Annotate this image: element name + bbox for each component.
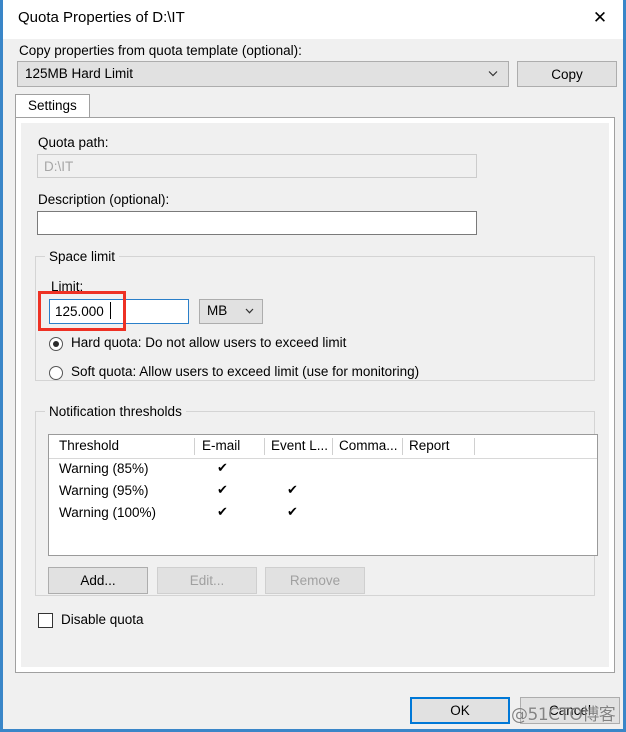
table-row[interactable]: Warning (85%) ✔ <box>49 459 597 481</box>
text-caret <box>110 302 111 319</box>
cell-email-check: ✔ <box>217 505 228 520</box>
copy-button[interactable]: Copy <box>517 61 617 87</box>
settings-panel-inner: Quota path: Description (optional): Spac… <box>21 123 609 667</box>
column-divider <box>194 438 195 455</box>
limit-unit-select[interactable]: MB <box>199 299 263 324</box>
column-header-event-log[interactable]: Event L... <box>271 438 328 453</box>
limit-input[interactable] <box>49 299 189 324</box>
space-limit-group-label: Space limit <box>45 249 120 264</box>
column-divider <box>264 438 265 455</box>
quota-properties-dialog: Quota Properties of D:\IT ✕ Copy propert… <box>0 0 626 732</box>
column-divider <box>474 438 475 455</box>
description-input[interactable] <box>37 211 477 235</box>
thresholds-listview[interactable]: Threshold E-mail Event L... Comma... Rep… <box>48 434 598 556</box>
description-label: Description (optional): <box>38 192 170 207</box>
column-header-report[interactable]: Report <box>409 438 450 453</box>
disable-quota-checkbox-mark <box>38 613 53 628</box>
column-divider <box>402 438 403 455</box>
cell-email-check: ✔ <box>217 461 228 476</box>
column-header-email[interactable]: E-mail <box>202 438 240 453</box>
add-threshold-button[interactable]: Add... <box>48 567 148 594</box>
disable-quota-label: Disable quota <box>61 612 144 627</box>
column-divider <box>332 438 333 455</box>
cell-event-log-check: ✔ <box>287 505 298 520</box>
cancel-button[interactable]: Cancel <box>520 697 620 724</box>
thresholds-header-row: Threshold E-mail Event L... Comma... Rep… <box>49 435 597 459</box>
quota-template-value: 125MB Hard Limit <box>25 66 134 81</box>
close-icon: ✕ <box>592 8 608 28</box>
quota-template-select[interactable]: 125MB Hard Limit <box>17 61 509 87</box>
space-limit-group: Space limit Limit: MB Hard quota: Do not… <box>35 249 595 381</box>
radio-hard-quota-mark <box>49 337 63 351</box>
cell-threshold: Warning (85%) <box>59 461 149 476</box>
close-button[interactable]: ✕ <box>577 0 623 36</box>
chevron-down-icon <box>243 304 256 317</box>
table-row[interactable]: Warning (95%) ✔ ✔ <box>49 481 597 503</box>
tab-settings[interactable]: Settings <box>15 94 90 118</box>
chevron-down-icon <box>486 66 500 80</box>
title-bar: Quota Properties of D:\IT ✕ <box>3 0 623 39</box>
remove-threshold-button: Remove <box>265 567 365 594</box>
quota-path-label: Quota path: <box>38 135 109 150</box>
limit-unit-value: MB <box>207 303 228 318</box>
quota-path-input <box>37 154 477 178</box>
limit-label: Limit: <box>51 279 84 294</box>
table-row[interactable]: Warning (100%) ✔ ✔ <box>49 503 597 525</box>
column-header-command[interactable]: Comma... <box>339 438 398 453</box>
column-header-threshold[interactable]: Threshold <box>59 438 119 453</box>
radio-soft-quota-mark <box>49 366 63 380</box>
cell-threshold: Warning (95%) <box>59 483 149 498</box>
cell-event-log-check: ✔ <box>287 483 298 498</box>
ok-button[interactable]: OK <box>410 697 510 724</box>
copy-template-label: Copy properties from quota template (opt… <box>19 43 302 58</box>
cell-threshold: Warning (100%) <box>59 505 157 520</box>
cell-email-check: ✔ <box>217 483 228 498</box>
tab-strip: Settings <box>15 94 615 118</box>
notification-thresholds-group-label: Notification thresholds <box>45 404 186 419</box>
notification-thresholds-group: Notification thresholds Threshold E-mail… <box>35 404 598 596</box>
edit-threshold-button: Edit... <box>157 567 257 594</box>
radio-hard-quota-label: Hard quota: Do not allow users to exceed… <box>71 335 347 350</box>
radio-soft-quota-label: Soft quota: Allow users to exceed limit … <box>71 364 420 379</box>
settings-tab-panel: Quota path: Description (optional): Spac… <box>15 117 615 673</box>
page-title: Quota Properties of D:\IT <box>18 9 185 26</box>
